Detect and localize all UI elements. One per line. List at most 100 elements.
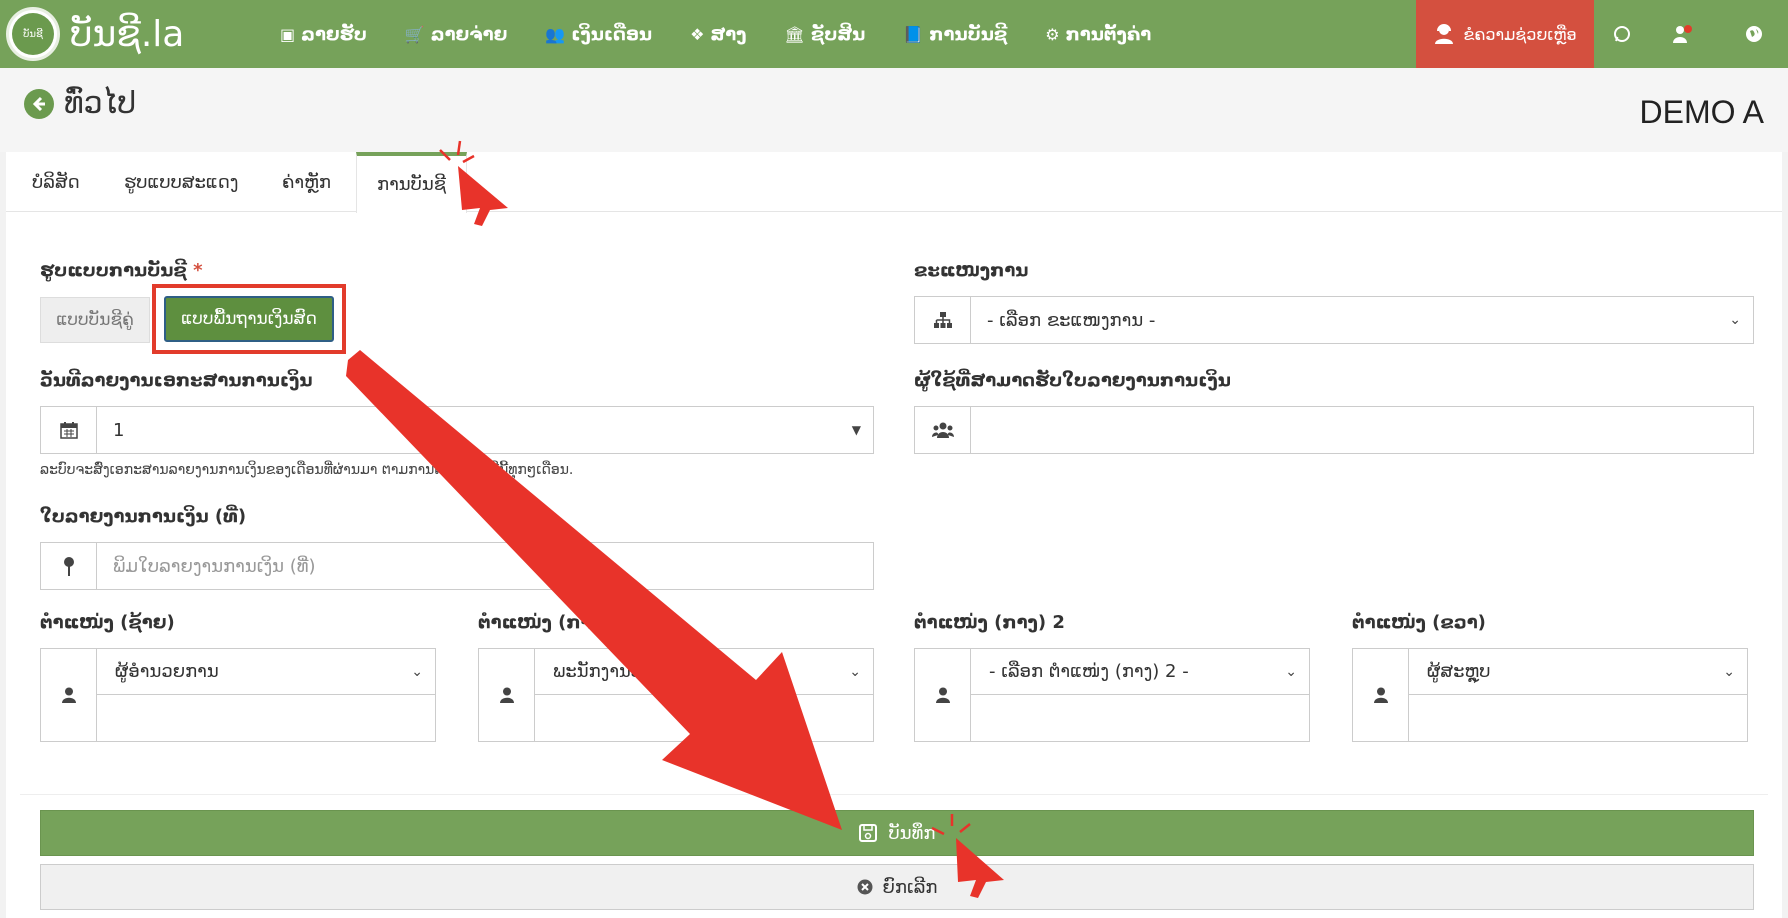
tab-defaults[interactable]: ຄ່າຫຼັກ [262,152,351,212]
nav-label: ເງິນເດືອນ [571,23,653,45]
department-value: - ເລືອກ ຂະແໜງການ - ⌄ [987,309,1741,331]
sitemap-icon [915,297,971,343]
chevron-down-icon: ⌄ [411,663,423,680]
users-icon: 👥 [545,24,566,44]
tab-accounting[interactable]: ການບັນຊີ [356,152,468,213]
signature-left-label: ຕໍາແໜ່ງ (ຊ້າຍ) [40,612,175,633]
calendar-icon [41,407,97,453]
top-navbar: ບັນຊີ ບັນຊີ.la ▣ ລາຍຮັບ 🛒 ລາຍຈ່າຍ 👥 ເງິນເດື… [0,0,1788,68]
report-date-value: 1 ▼ [113,419,861,441]
chevron-down-icon: ⌄ [1285,663,1297,680]
nav-settings[interactable]: ⚙ ການຕັ້ງຄ່າ [1026,0,1170,68]
users-icon [915,407,971,453]
bank-icon: 🏛 [784,24,805,44]
signature-center1-group: ພະນັກງານບັນຊີ ⌄ [478,648,874,742]
help-button[interactable]: ຂໍຄວາມຊ່ວຍເຫຼືອ [1416,0,1594,68]
nav-income[interactable]: ▣ ລາຍຮັບ [261,0,386,68]
nav-label: ລາຍຮັບ [301,23,367,45]
settings-tabs: ບໍລິສັດ ຮູບແບບສະແດງ ຄ່າຫຼັກ ການບັນຊີ [6,152,1782,213]
signature-left-select[interactable]: ຜູ້ອໍານວຍການ ⌄ [97,649,435,695]
cancel-button[interactable]: ຍົກເລີກ [40,864,1754,910]
book-icon: 📘 [903,24,924,44]
pushpin-icon [41,543,97,589]
report-date-help: ລະບົບຈະສົ່ງເອກະສານລາຍງານການເງິນຂອງເດືອນທ… [40,462,574,478]
back-link[interactable]: ທົ່ວໄປ [24,86,136,121]
floppy-disk-icon [858,824,877,842]
signature-center1-select[interactable]: ພະນັກງານບັນຊີ ⌄ [535,649,873,695]
nav-label: ການບັນຊີ [929,23,1008,45]
signature-center1-label: ຕໍາແໜ່ງ (ກາງ) 1 [478,612,629,633]
tab-label: ບໍລິສັດ [32,171,80,193]
recipients-label: ຜູ້ໃຊ້ທີ່ສາມາດຮັບໃບລາຍງານການເງິນ [914,370,1231,391]
signature-center2-label: ຕໍາແໜ່ງ (ກາງ) 2 [914,612,1065,633]
required-mark: * [193,260,203,281]
nav-expense[interactable]: 🛒 ລາຍຈ່າຍ [386,0,526,68]
nav-label: ລາຍຈ່າຍ [430,23,508,45]
signature-right-group: ຜູ້ສະຫຼຸບ ⌄ [1352,648,1748,742]
page-title: ທົ່ວໄປ [64,86,137,121]
signature-center2-select[interactable]: - ເລືອກ ຕໍາແໜ່ງ (ກາງ) 2 - ⌄ [971,649,1309,695]
tab-label: ຄ່າຫຼັກ [282,171,331,193]
nav-label: ຊັບສິນ [810,23,866,45]
report-date-select[interactable]: 1 ▼ [40,406,874,454]
recipients-input[interactable] [914,406,1754,454]
logo-emblem-icon: ບັນຊີ [6,7,60,61]
signature-right-label: ຕໍາແໜ່ງ (ຂວາ) [1352,612,1486,633]
brand-logo[interactable]: ບັນຊີ ບັນຊີ.la [6,7,261,61]
signature-left-name-input[interactable] [97,695,435,741]
tab-display[interactable]: ຮູບແບບສະແດງ [104,152,259,212]
page-header: ທົ່ວໄປ DEMO A [0,68,1788,152]
logo-badge: ບັນຊີ [12,13,54,55]
support-agent-icon [1435,24,1454,44]
user-icon [41,649,97,741]
chevron-down-icon: ⌄ [849,663,861,680]
report-no-label: ໃບລາຍງານການເງິນ (ທີ່) [40,506,247,527]
save-button-label: ບັນທຶກ [888,822,936,844]
nav-inventory[interactable]: ❖ ສາງ [671,0,765,68]
double-entry-option[interactable]: ແບບບັນຊີຄູ່ [40,297,150,343]
department-label: ຂະແໜງການ [914,260,1029,281]
chevron-down-icon: ⌄ [1723,663,1735,680]
tab-label: ການບັນຊີ [377,174,447,195]
form-divider [20,794,1768,795]
accounting-mode-label: ຮູບແບບການບັນຊີ * [40,260,203,281]
money-icon: ▣ [280,24,296,44]
logo-text: ບັນຊີ.la [70,13,185,55]
annotation-highlight-box [152,284,346,354]
signature-center1-name-input[interactable] [535,695,873,741]
user-icon [915,649,971,741]
signature-left-group: ຜູ້ອໍານວຍການ ⌄ [40,648,436,742]
chevron-down-icon: ⌄ [1729,312,1741,328]
nav-accounting[interactable]: 📘 ການບັນຊີ [884,0,1026,68]
user-icon [479,649,535,741]
nav-payroll[interactable]: 👥 ເງິນເດືອນ [526,0,671,68]
times-circle-icon [857,879,873,895]
report-no-placeholder: ພິມໃບລາຍງານການເງິນ (ທີ່) [113,555,316,577]
main-nav: ▣ ລາຍຮັບ 🛒 ລາຍຈ່າຍ 👥 ເງິນເດືອນ ❖ ສາງ 🏛 ຊັບສິນ… [261,0,1170,68]
save-button[interactable]: ບັນທຶກ [40,810,1754,856]
signature-center2-name-input[interactable] [971,695,1309,741]
user-icon[interactable] [1660,0,1700,68]
notification-dot [1684,25,1692,33]
dropbox-icon: ❖ [690,24,705,44]
settings-card: ບໍລິສັດ ຮູບແບບສະແດງ ຄ່າຫຼັກ ການບັນຊີ ຮູບ… [6,152,1782,918]
cogs-icon: ⚙ [1045,24,1060,44]
cancel-button-label: ຍົກເລີກ [882,876,938,898]
nav-label: ການຕັ້ງຄ່າ [1065,23,1152,45]
globe-icon[interactable] [1734,0,1774,68]
whatsapp-icon[interactable] [1602,0,1642,68]
signature-right-select[interactable]: ຜູ້ສະຫຼຸບ ⌄ [1409,649,1747,695]
recipients-value [971,407,1753,453]
report-no-input[interactable]: ພິມໃບລາຍງານການເງິນ (ທີ່) [40,542,874,590]
help-button-label: ຂໍຄວາມຊ່ວຍເຫຼືອ [1463,24,1577,44]
signature-right-name-input[interactable] [1409,695,1747,741]
arrow-left-circle-icon [24,88,54,119]
department-select[interactable]: - ເລືອກ ຂະແໜງການ - ⌄ [914,296,1754,344]
cart-icon: 🛒 [404,24,425,44]
tab-label: ຮູບແບບສະແດງ [124,171,239,193]
nav-assets[interactable]: 🏛 ຊັບສິນ [766,0,885,68]
company-name: DEMO A [1639,94,1764,130]
tab-company[interactable]: ບໍລິສັດ [12,152,100,212]
signature-center2-group: - ເລືອກ ຕໍາແໜ່ງ (ກາງ) 2 - ⌄ [914,648,1310,742]
caret-down-icon: ▼ [851,423,861,437]
